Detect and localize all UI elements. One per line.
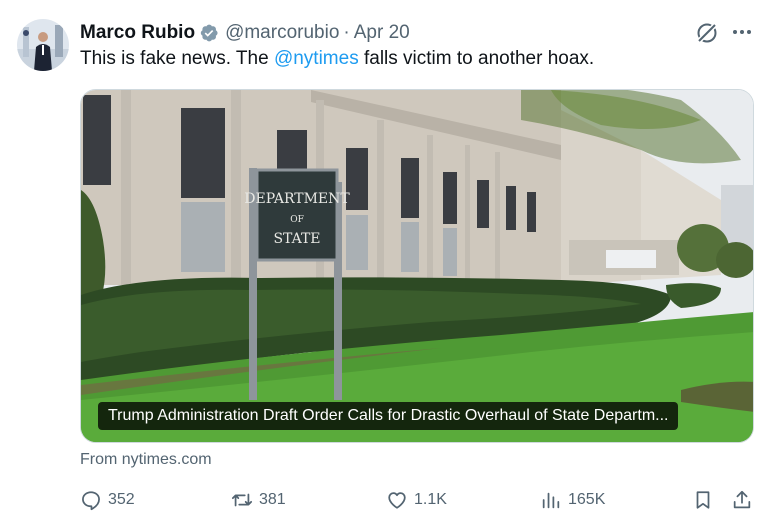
views-button[interactable]: 165K — [540, 486, 605, 514]
reply-icon — [82, 491, 100, 511]
share-icon — [733, 490, 751, 509]
action-bar: 352 381 1.1K 165K — [80, 486, 754, 514]
repost-count: 381 — [259, 491, 286, 508]
like-button[interactable]: 1.1K — [386, 486, 447, 514]
article-title-caption[interactable]: Trump Administration Draft Order Calls f… — [98, 402, 679, 430]
views-count: 165K — [568, 491, 606, 508]
tweet-text: This is fake news. The @nytimes falls vi… — [80, 48, 594, 70]
tweet-date[interactable]: Apr 20 — [354, 22, 410, 44]
views-icon — [542, 492, 560, 509]
author-name[interactable]: Marco Rubio — [80, 22, 195, 44]
bookmark-button[interactable] — [692, 486, 714, 514]
heart-icon — [388, 492, 406, 509]
tweet-text-end: falls victim to another hoax. — [358, 48, 595, 69]
share-button[interactable] — [731, 486, 753, 514]
repost-button[interactable]: 381 — [231, 486, 286, 514]
grok-icon[interactable] — [694, 20, 720, 46]
avatar[interactable] — [17, 19, 69, 71]
avatar-image — [17, 19, 69, 71]
link-source[interactable]: From nytimes.com — [80, 451, 212, 469]
author-handle[interactable]: @marcorubio — [225, 22, 339, 44]
header-separator: · — [343, 22, 350, 43]
tweet-card[interactable]: Marco Rubio @marcorubio · Apr 20 This is… — [0, 0, 775, 522]
sign-line-2: OF — [290, 215, 304, 225]
bookmark-icon — [696, 491, 710, 509]
tweet-header: Marco Rubio @marcorubio · Apr 20 — [80, 21, 410, 45]
link-card-media[interactable]: DEPARTMENT OF STATE Trump Administration… — [80, 89, 754, 443]
verified-badge-icon — [200, 24, 218, 42]
reply-button[interactable]: 352 — [80, 486, 135, 514]
sign-line-1: DEPARTMENT — [244, 191, 350, 207]
mention-link[interactable]: @nytimes — [274, 48, 359, 69]
tweet-text-start: This is fake news. The — [80, 48, 274, 69]
more-icon[interactable] — [730, 22, 754, 42]
sign-line-3: STATE — [273, 231, 320, 247]
reply-count: 352 — [108, 491, 135, 508]
article-photo: DEPARTMENT OF STATE — [81, 90, 753, 442]
repost-icon — [231, 493, 253, 507]
like-count: 1.1K — [414, 491, 447, 508]
